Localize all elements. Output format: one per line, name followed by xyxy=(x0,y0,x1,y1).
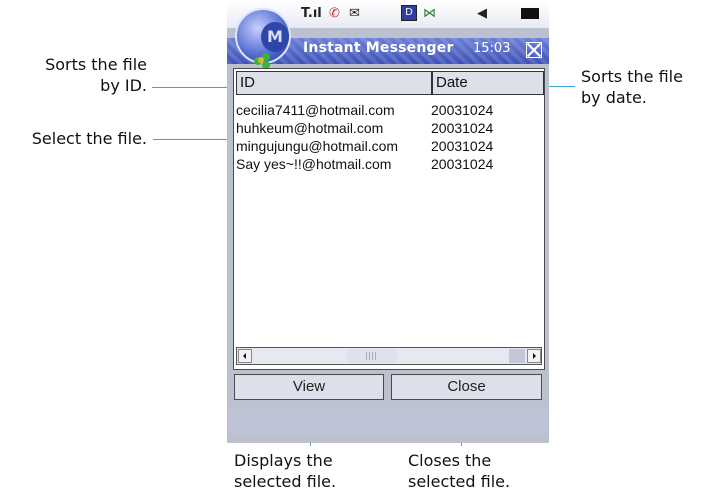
messenger-logo-icon: M xyxy=(235,8,291,69)
leader-line-select xyxy=(153,139,235,140)
column-header-date[interactable]: Date xyxy=(432,71,544,95)
close-button[interactable]: Close xyxy=(391,374,542,400)
scroll-left-button[interactable] xyxy=(238,349,252,363)
close-icon[interactable] xyxy=(526,42,542,58)
annotation-sort-by-date: Sorts the file by date. xyxy=(581,67,683,107)
row-date: 20031024 xyxy=(431,138,494,154)
clock-time: 15:03 xyxy=(473,41,511,56)
horizontal-scrollbar[interactable] xyxy=(236,347,542,365)
annotation-view-description: Displays the selected file. xyxy=(234,451,337,491)
annotation-sort-by-id: Sorts the file by ID. xyxy=(45,55,147,95)
chevron-right-icon xyxy=(533,353,536,359)
app-title: Instant Messenger xyxy=(303,40,454,56)
row-date: 20031024 xyxy=(431,156,494,172)
row-id: huhkeum@hotmail.com xyxy=(236,120,384,136)
row-id: mingujungu@hotmail.com xyxy=(236,138,399,154)
row-id: cecilia7411@hotmail.com xyxy=(236,102,395,118)
message-icon: ✉ xyxy=(349,6,360,21)
clover-icon xyxy=(254,53,270,69)
row-date: 20031024 xyxy=(431,120,494,136)
scroll-thumb[interactable] xyxy=(347,349,397,363)
row-date: 20031024 xyxy=(431,102,494,118)
signal-icon: T.ıl xyxy=(301,6,322,21)
bluetooth-icon: ⋈ xyxy=(423,6,436,21)
list-item[interactable]: cecilia7411@hotmail.com 20031024 xyxy=(236,102,542,120)
annotation-select-file: Select the file. xyxy=(31,129,147,148)
column-header-id[interactable]: ID xyxy=(236,71,432,95)
row-id: Say yes~!!@hotmail.com xyxy=(236,156,392,172)
list-item[interactable]: Say yes~!!@hotmail.com 20031024 xyxy=(236,156,542,174)
battery-icon xyxy=(521,8,539,19)
phone-icon: ✆ xyxy=(329,6,340,21)
view-button[interactable]: View xyxy=(234,374,384,400)
data-icon: D xyxy=(401,5,417,21)
chevron-left-icon xyxy=(243,353,246,359)
phone-screen: T.ıl ✆ ✉ D ⋈ ◀ Instant Messenger 15:03 M… xyxy=(227,0,549,443)
list-item[interactable]: huhkeum@hotmail.com 20031024 xyxy=(236,120,542,138)
bottom-soft-key-bar xyxy=(227,407,549,435)
scroll-track-end xyxy=(509,349,525,363)
scroll-right-button[interactable] xyxy=(527,349,541,363)
list-item[interactable]: mingujungu@hotmail.com 20031024 xyxy=(236,138,542,156)
speaker-icon: ◀ xyxy=(477,6,487,21)
logo-letter: M xyxy=(261,22,289,52)
annotation-close-description: Closes the selected file. xyxy=(408,451,511,491)
file-list: ID Date cecilia7411@hotmail.com 20031024… xyxy=(233,68,545,370)
